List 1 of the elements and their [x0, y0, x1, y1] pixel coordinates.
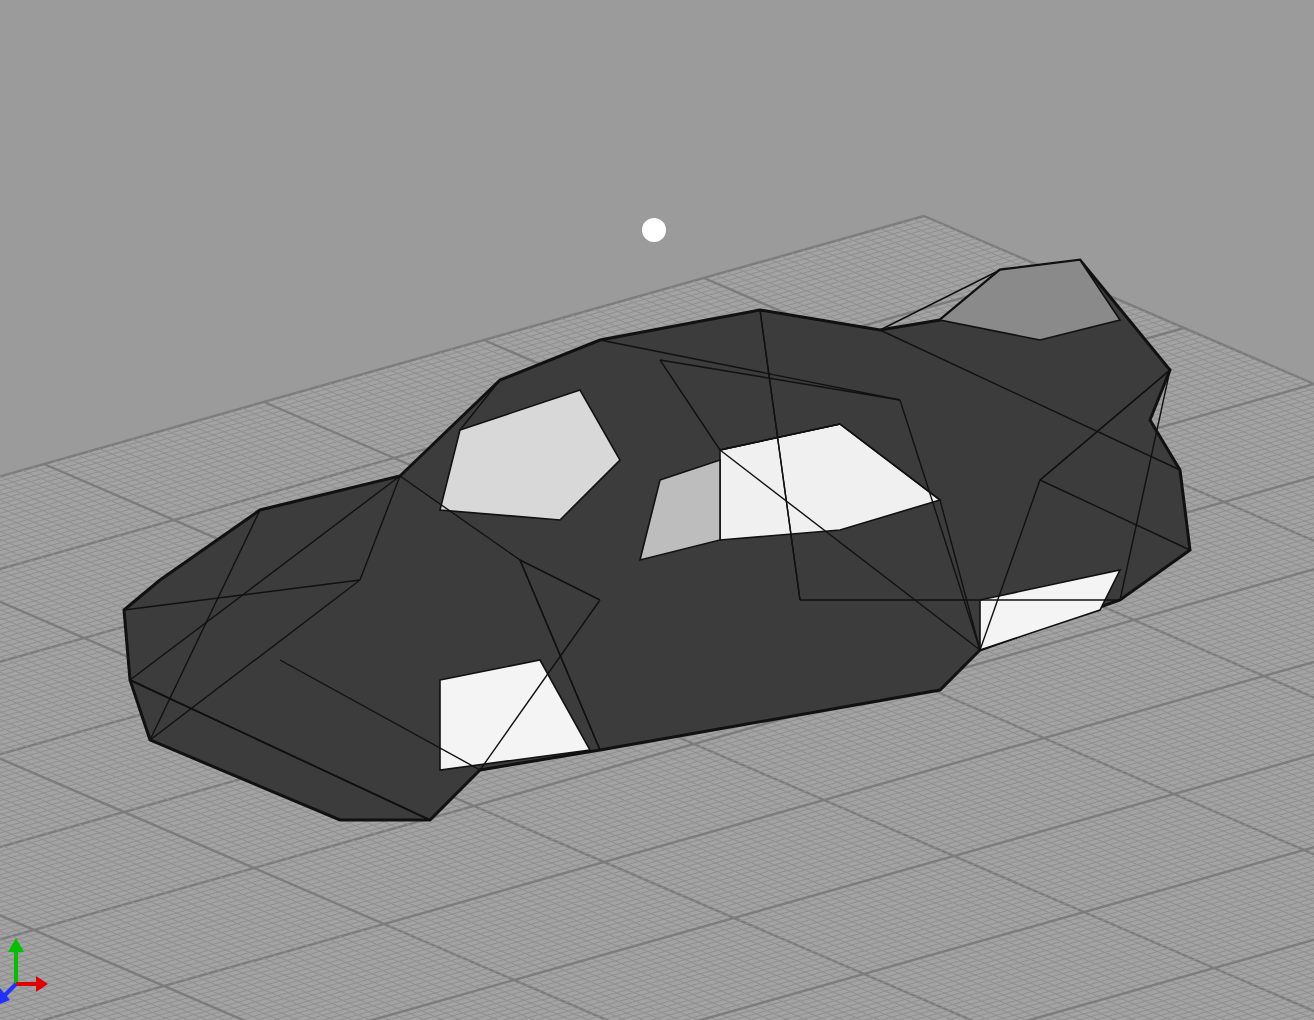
light-source-icon[interactable]: [642, 218, 666, 242]
